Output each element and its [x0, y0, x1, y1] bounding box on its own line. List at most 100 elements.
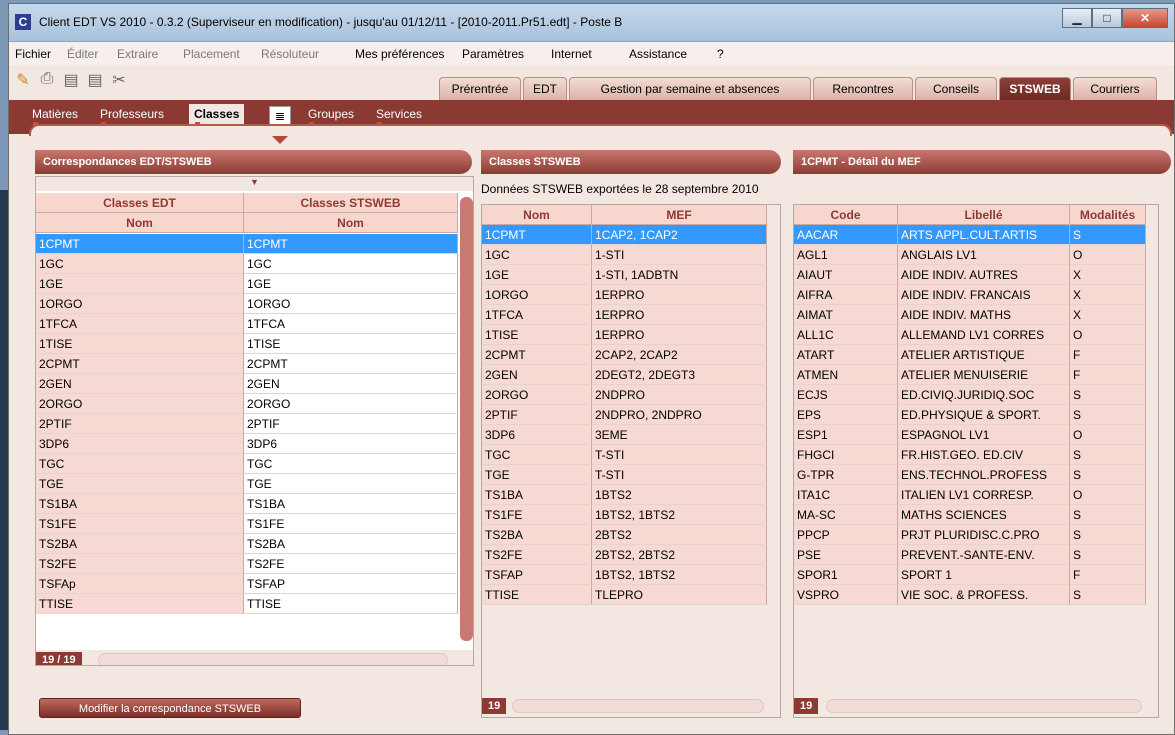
tab-courriers[interactable]: Courriers: [1073, 77, 1157, 100]
table-row[interactable]: ALL1C ALLEMAND LV1 CORRES O: [794, 325, 1146, 345]
table-row[interactable]: 1TISE 1TISE: [36, 334, 458, 354]
table-row[interactable]: TGC TGC: [36, 454, 458, 474]
table-row[interactable]: 1TISE 1ERPRO: [482, 325, 767, 345]
table-row[interactable]: ECJS ED.CIVIQ.JURIDIQ.SOC S: [794, 385, 1146, 405]
table-row[interactable]: 1GC 1GC: [36, 254, 458, 274]
col-code[interactable]: Code: [794, 205, 898, 225]
table-row[interactable]: VSPRO VIE SOC. & PROFESS. S: [794, 585, 1146, 605]
subtab-matieres[interactable]: Matières: [27, 104, 83, 126]
table-row[interactable]: TS1BA TS1BA: [36, 494, 458, 514]
table-row[interactable]: 1CPMT 1CPMT: [36, 234, 458, 254]
modify-correspondence-button[interactable]: Modifier la correspondance STSWEB: [39, 698, 301, 718]
menu-placement[interactable]: Placement: [183, 47, 240, 61]
table-row[interactable]: SPOR1 SPORT 1F: [794, 565, 1146, 585]
menu-help[interactable]: ?: [717, 47, 724, 61]
table-row[interactable]: 1ORGO 1ERPRO: [482, 285, 767, 305]
table-row[interactable]: 1ORGO 1ORGO: [36, 294, 458, 314]
tab-edt[interactable]: EDT: [523, 77, 567, 100]
maximize-button[interactable]: □: [1092, 8, 1122, 28]
tab-stsweb[interactable]: STSWEB: [999, 77, 1071, 100]
table-row[interactable]: TS1FE TS1FE: [36, 514, 458, 534]
table-row[interactable]: TSFAP 1BTS2, 1BTS2: [482, 565, 767, 585]
table-row[interactable]: TGE T-STI: [482, 465, 767, 485]
col-modalites[interactable]: Modalités: [1070, 205, 1146, 225]
table-row[interactable]: TTISE TLEPRO: [482, 585, 767, 605]
table-row[interactable]: 3DP6 3DP6: [36, 434, 458, 454]
edit-doc-icon[interactable]: ▤: [61, 70, 81, 90]
table-row[interactable]: TTISE TTISE: [36, 594, 458, 614]
col-nom-stsweb[interactable]: Nom: [244, 213, 458, 233]
col-classes-edt[interactable]: Classes EDT: [36, 193, 244, 213]
close-button[interactable]: ✕: [1122, 8, 1168, 28]
table-row[interactable]: TS2BA TS2BA: [36, 534, 458, 554]
col-mid-nom[interactable]: Nom: [482, 205, 592, 225]
col-nom-edt[interactable]: Nom: [36, 213, 244, 233]
table-row[interactable]: 1GC 1-STI: [482, 245, 767, 265]
table-row[interactable]: ATMEN ATELIER MENUISERIE F: [794, 365, 1146, 385]
table-row[interactable]: TS1BA 1BTS2: [482, 485, 767, 505]
edit-doc2-icon[interactable]: ▤: [85, 70, 105, 90]
table-row[interactable]: TS2BA 2BTS2: [482, 525, 767, 545]
tab-conseils[interactable]: Conseils: [915, 77, 997, 100]
table-row[interactable]: 2CPMT 2CPMT: [36, 354, 458, 374]
table-row[interactable]: TS1FE 1BTS2, 1BTS2: [482, 505, 767, 525]
menu-resoluteur[interactable]: Résoluteur: [261, 47, 319, 61]
table-row[interactable]: 1TFCA 1TFCA: [36, 314, 458, 334]
table-row[interactable]: G-TPR ENS.TECHNOL.PROFESS S: [794, 465, 1146, 485]
tab-gestion[interactable]: Gestion par semaine et absences: [569, 77, 811, 100]
table-row[interactable]: 2PTIF 2PTIF: [36, 414, 458, 434]
table-row[interactable]: 1CPMT 1CAP2, 1CAP2: [482, 225, 767, 245]
table-row[interactable]: AGL1 ANGLAIS LV1 O: [794, 245, 1146, 265]
table-row[interactable]: 1GE 1GE: [36, 274, 458, 294]
col-classes-stsweb[interactable]: Classes STSWEB: [244, 193, 458, 213]
table-row[interactable]: TSFAp TSFAP: [36, 574, 458, 594]
table-row[interactable]: PPCP PRJT PLURIDISC.C.PRO S: [794, 525, 1146, 545]
menu-assistance[interactable]: Assistance: [629, 47, 687, 61]
table-row[interactable]: 2ORGO 2ORGO: [36, 394, 458, 414]
col-mid-mef[interactable]: MEF: [592, 205, 767, 225]
table-row[interactable]: AIFRA AIDE INDIV. FRANCAIS X: [794, 285, 1146, 305]
right-hscroll[interactable]: [826, 699, 1142, 713]
table-row[interactable]: PSE PREVENT.-SANTE-ENV. S: [794, 545, 1146, 565]
table-row[interactable]: AIAUT AIDE INDIV. AUTRES X: [794, 265, 1146, 285]
table-row[interactable]: 3DP6 3EME: [482, 425, 767, 445]
open-icon[interactable]: ✎: [13, 70, 33, 90]
table-row[interactable]: 2ORGO 2NDPRO: [482, 385, 767, 405]
table-row[interactable]: ESP1 ESPAGNOL LV1 O: [794, 425, 1146, 445]
print-icon[interactable]: ⎙: [37, 70, 57, 90]
list-view-icon[interactable]: ≣: [269, 106, 291, 126]
menu-preferences[interactable]: Mes préférences: [355, 47, 444, 61]
table-row[interactable]: ITA1C ITALIEN LV1 CORRESP. O: [794, 485, 1146, 505]
table-row[interactable]: 1GE 1-STI, 1ADBTN: [482, 265, 767, 285]
left-hscroll[interactable]: [98, 653, 448, 665]
subtab-professeurs[interactable]: Professeurs: [95, 104, 169, 126]
left-vscroll[interactable]: [460, 197, 473, 641]
table-row[interactable]: TGE TGE: [36, 474, 458, 494]
table-row[interactable]: 2GEN 2DEGT2, 2DEGT3: [482, 365, 767, 385]
table-row[interactable]: ATART ATELIER ARTISTIQUE F: [794, 345, 1146, 365]
table-row[interactable]: 2PTIF 2NDPRO, 2NDPRO: [482, 405, 767, 425]
table-row[interactable]: TS2FE 2BTS2, 2BTS2: [482, 545, 767, 565]
menu-editer[interactable]: Éditer: [67, 47, 98, 61]
table-row[interactable]: EPS ED.PHYSIQUE & SPORT. S: [794, 405, 1146, 425]
table-row[interactable]: FHGCI FR.HIST.GEO. ED.CIV S: [794, 445, 1146, 465]
minimize-button[interactable]: ▁: [1062, 8, 1092, 28]
menu-parametres[interactable]: Paramètres: [462, 47, 524, 61]
table-row[interactable]: AIMAT AIDE INDIV. MATHS X: [794, 305, 1146, 325]
table-row[interactable]: TS2FE TS2FE: [36, 554, 458, 574]
subtab-classes[interactable]: Classes: [189, 104, 245, 126]
table-row[interactable]: TGC T-STI: [482, 445, 767, 465]
table-row[interactable]: MA-SC MATHS SCIENCES S: [794, 505, 1146, 525]
tools-icon[interactable]: ✂: [109, 70, 129, 90]
subtab-services[interactable]: Services: [371, 104, 427, 126]
menu-internet[interactable]: Internet: [551, 47, 592, 61]
col-libelle[interactable]: Libellé: [898, 205, 1070, 225]
table-row[interactable]: 2CPMT 2CAP2, 2CAP2: [482, 345, 767, 365]
menu-extraire[interactable]: Extraire: [117, 47, 158, 61]
table-row[interactable]: AACAR ARTS APPL.CULT.ARTIS S: [794, 225, 1146, 245]
table-row[interactable]: 2GEN 2GEN: [36, 374, 458, 394]
table-row[interactable]: 1TFCA 1ERPRO: [482, 305, 767, 325]
menu-fichier[interactable]: Fichier: [15, 47, 51, 61]
tab-rencontres[interactable]: Rencontres: [813, 77, 913, 100]
subtab-groupes[interactable]: Groupes: [303, 104, 359, 126]
